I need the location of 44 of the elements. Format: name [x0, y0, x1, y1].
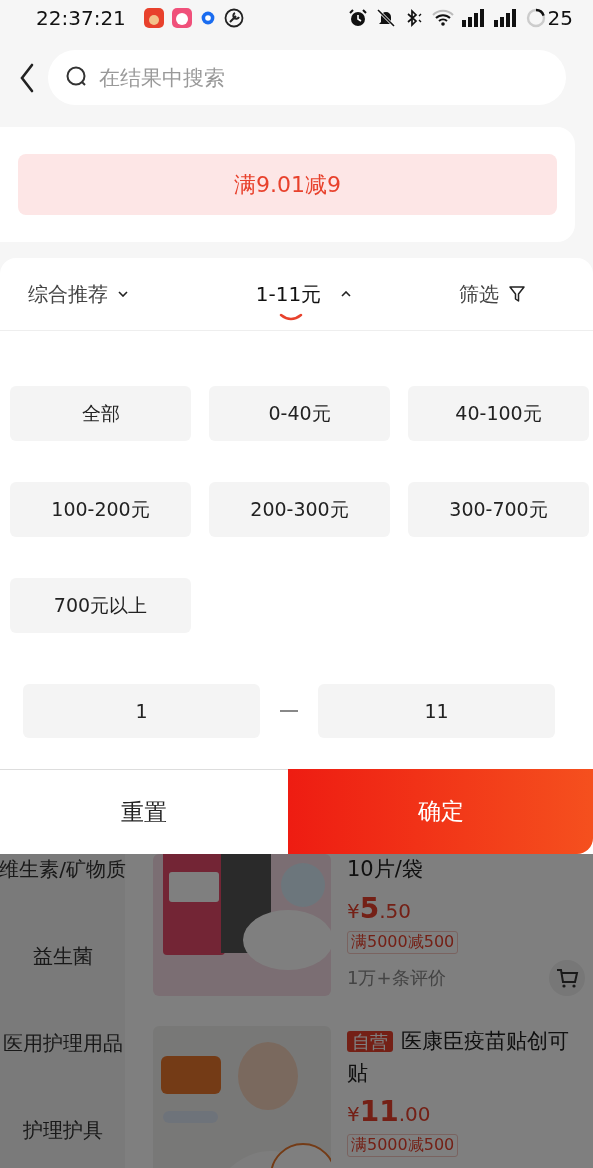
price-option[interactable]: 40-100元 — [408, 386, 589, 441]
price-option[interactable]: 300-700元 — [408, 482, 589, 537]
sort-tab[interactable]: 1-11元 — [255, 276, 352, 324]
promo-tag: 满5000减500 — [347, 1134, 459, 1157]
mute-icon — [375, 8, 396, 28]
price-option[interactable]: 0-40元 — [209, 386, 390, 441]
app-icon — [171, 8, 192, 28]
caret-icon — [341, 291, 352, 297]
category-item[interactable]: 维生素/矿物质 — [0, 856, 126, 883]
category-item[interactable]: 护理护具 — [22, 1117, 103, 1144]
battery-icon — [525, 8, 546, 28]
signal-icon — [493, 9, 518, 27]
product-price: ¥11.00 — [347, 1095, 432, 1128]
location-icon — [199, 10, 216, 26]
search-field[interactable]: 在结果中搜索 — [48, 50, 566, 105]
self-operated-badge: 自营 — [347, 1031, 393, 1052]
cart-icon[interactable] — [549, 959, 585, 996]
promo-tag: 满5000减500 — [347, 930, 459, 954]
app-icon — [143, 8, 164, 28]
wrench-icon — [223, 8, 244, 28]
battery-level: 25 — [547, 6, 573, 30]
review-count: 1万+条评价 — [347, 965, 446, 990]
product-title[interactable]: 10片/袋 — [347, 854, 585, 886]
alarm-icon — [347, 8, 368, 28]
price-option[interactable]: 全部 — [10, 386, 191, 441]
confirm-button[interactable]: 确定 — [288, 769, 593, 854]
price-option[interactable]: 700元以上 — [10, 578, 191, 633]
max-price-field[interactable]: 11 — [318, 684, 555, 738]
sort-tab[interactable]: 筛选 — [459, 276, 525, 324]
product-price: ¥5.50 — [347, 891, 413, 925]
caret-icon — [118, 291, 128, 297]
sort-tab[interactable]: 综合推荐 — [28, 276, 128, 324]
signal-icon — [461, 9, 486, 27]
filter-icon — [509, 286, 525, 302]
category-item[interactable]: 益生菌 — [32, 943, 93, 970]
selection-underline — [278, 312, 303, 321]
price-option[interactable]: 100-200元 — [10, 482, 191, 537]
min-price-field[interactable]: 1 — [23, 684, 260, 738]
wifi-icon — [431, 9, 454, 27]
status-time: 22:37:21 — [36, 6, 126, 30]
product-title[interactable]: 自营 医康臣疫苗贴创可贴 — [347, 1026, 585, 1089]
back-icon[interactable] — [20, 62, 34, 93]
category-item[interactable]: 医用护理用品 — [2, 1030, 123, 1057]
price-option[interactable]: 200-300元 — [209, 482, 390, 537]
